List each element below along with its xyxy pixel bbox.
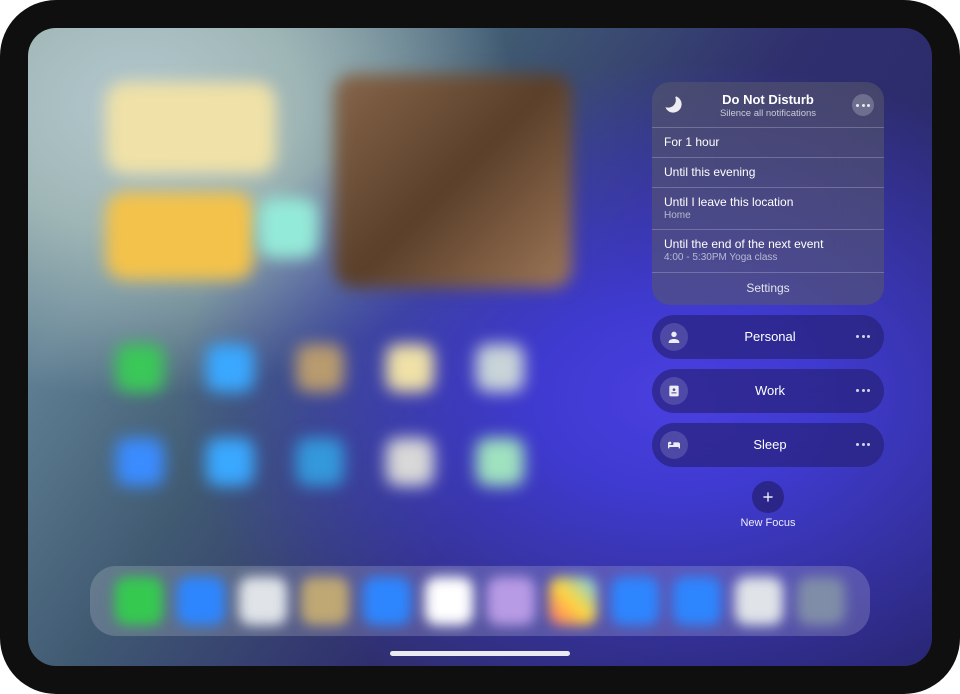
- dnd-option-until-evening[interactable]: Until this evening: [652, 157, 884, 187]
- widget-teal-blur: [258, 198, 318, 258]
- ellipsis-icon: [856, 389, 870, 392]
- focus-mode-work[interactable]: Work: [652, 369, 884, 413]
- ellipsis-icon: [856, 443, 870, 446]
- focus-mode-personal[interactable]: Personal: [652, 315, 884, 359]
- moon-icon: [662, 94, 684, 116]
- do-not-disturb-header[interactable]: Do Not Disturb Silence all notifications: [652, 82, 884, 127]
- badge-icon: [660, 377, 688, 405]
- dnd-option-label: Until I leave this location: [664, 195, 872, 210]
- dnd-option-sub: Home: [664, 210, 872, 223]
- new-focus-label: New Focus: [740, 517, 795, 529]
- ipad-screen: Do Not Disturb Silence all notifications…: [28, 28, 932, 666]
- settings-label: Settings: [746, 281, 789, 295]
- dnd-subtitle: Silence all notifications: [692, 108, 844, 119]
- do-not-disturb-card: Do Not Disturb Silence all notifications…: [652, 82, 884, 305]
- focus-mode-sleep[interactable]: Sleep: [652, 423, 884, 467]
- dnd-title: Do Not Disturb: [692, 92, 844, 108]
- focus-panel: Do Not Disturb Silence all notifications…: [652, 82, 884, 529]
- dnd-option-label: Until this evening: [664, 165, 872, 180]
- focus-mode-more-button[interactable]: [852, 335, 874, 338]
- home-indicator[interactable]: [390, 651, 570, 656]
- homescreen-row-1: [116, 344, 524, 392]
- new-focus: New Focus: [740, 481, 795, 529]
- dnd-option-label: Until the end of the next event: [664, 237, 872, 252]
- ipad-frame: Do Not Disturb Silence all notifications…: [0, 0, 960, 694]
- ellipsis-icon: [856, 335, 870, 338]
- focus-mode-more-button[interactable]: [852, 389, 874, 392]
- focus-mode-label: Personal: [698, 329, 842, 344]
- dnd-option-label: For 1 hour: [664, 135, 872, 150]
- widget-notes-blur: [106, 82, 276, 174]
- homescreen-row-2: [116, 438, 524, 486]
- focus-mode-label: Work: [698, 383, 842, 398]
- focus-mode-label: Sleep: [698, 437, 842, 452]
- dnd-option-sub: 4:00 - 5:30PM Yoga class: [664, 252, 872, 265]
- widget-yellow-blur: [106, 192, 254, 280]
- dock: [90, 566, 870, 636]
- focus-mode-more-button[interactable]: [852, 443, 874, 446]
- dnd-more-button[interactable]: [852, 94, 874, 116]
- dnd-option-until-next-event[interactable]: Until the end of the next event 4:00 - 5…: [652, 229, 884, 272]
- bed-icon: [660, 431, 688, 459]
- plus-icon: [761, 490, 775, 504]
- ellipsis-icon: [856, 104, 870, 107]
- person-icon: [660, 323, 688, 351]
- new-focus-button[interactable]: [752, 481, 784, 513]
- widget-photo-blur: [334, 74, 572, 288]
- dnd-option-for-1-hour[interactable]: For 1 hour: [652, 127, 884, 157]
- dnd-settings-link[interactable]: Settings: [652, 272, 884, 305]
- dnd-option-until-leave-location[interactable]: Until I leave this location Home: [652, 187, 884, 230]
